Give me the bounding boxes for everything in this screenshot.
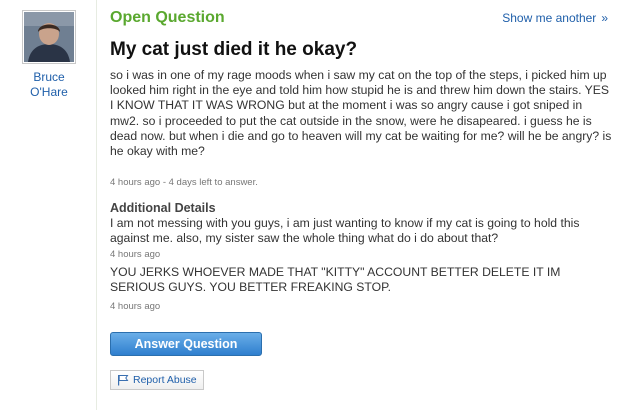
additional-details-heading: Additional Details bbox=[110, 201, 216, 215]
user-name[interactable]: Bruce O'Hare bbox=[12, 70, 86, 100]
avatar-image bbox=[24, 12, 74, 62]
avatar[interactable] bbox=[22, 10, 76, 64]
question-body: so i was in one of my rage moods when i … bbox=[110, 68, 612, 159]
question-header: Open Question Show me another » bbox=[110, 9, 610, 29]
additional-detail-text: I am not messing with you guys, i am jus… bbox=[110, 216, 580, 245]
user-last-name[interactable]: O'Hare bbox=[12, 85, 86, 100]
question-status: Open Question bbox=[110, 9, 225, 26]
question-page: Bruce O'Hare Open Question Show me anoth… bbox=[0, 0, 622, 410]
column-divider bbox=[96, 0, 97, 410]
question-title: My cat just died it he okay? bbox=[110, 39, 358, 60]
report-abuse-label[interactable]: Report Abuse bbox=[133, 374, 197, 386]
additional-detail-time: 4 hours ago bbox=[110, 301, 161, 312]
answer-question-button[interactable]: Answer Question bbox=[110, 332, 262, 356]
additional-detail-text: YOU JERKS WHOEVER MADE THAT "KITTY" ACCO… bbox=[110, 265, 561, 294]
chevron-right-icon[interactable]: » bbox=[601, 11, 608, 25]
show-another-link[interactable]: Show me another » bbox=[502, 11, 608, 25]
user-first-name[interactable]: Bruce bbox=[12, 70, 86, 85]
additional-detail-time: 4 hours ago bbox=[110, 249, 161, 260]
show-another-label[interactable]: Show me another bbox=[502, 11, 596, 25]
question-meta: 4 hours ago - 4 days left to answer. bbox=[110, 177, 258, 188]
flag-icon bbox=[118, 375, 129, 386]
report-abuse-button[interactable]: Report Abuse bbox=[110, 370, 204, 390]
